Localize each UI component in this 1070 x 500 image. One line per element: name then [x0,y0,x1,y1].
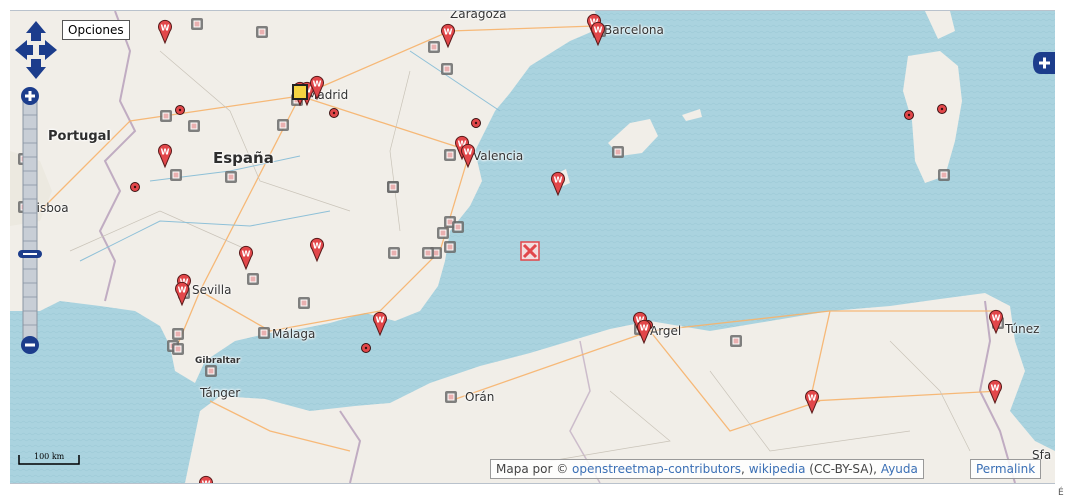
map-viewport[interactable]: España Portugal Madrid Barcelona Valenci… [10,10,1055,484]
wikipedia-marker-icon[interactable]: W [158,19,172,45]
attribution: Mapa por © openstreetmap-contributors, w… [490,459,924,479]
wikipedia-marker-icon[interactable]: W [461,143,475,169]
osm-link[interactable]: openstreetmap-contributors [572,462,741,476]
poi-square-icon[interactable] [612,146,624,158]
svg-text:W: W [808,394,817,403]
poi-square-icon[interactable] [441,63,453,75]
svg-text:W: W [161,24,170,33]
svg-text:W: W [178,286,187,295]
wikipedia-marker-icon[interactable]: W [441,23,455,49]
svg-text:W: W [202,480,211,484]
poi-square-icon[interactable] [298,297,310,309]
wikipedia-marker-icon[interactable]: W [239,245,253,271]
wikipedia-marker-icon[interactable]: W [637,319,651,345]
svg-text:W: W [464,148,473,157]
poi-square-icon[interactable] [205,365,217,377]
svg-text:W: W [376,316,385,325]
svg-text:W: W [313,242,322,251]
poi-square-icon[interactable] [387,181,399,193]
wikipedia-marker-icon[interactable]: W [989,309,1003,335]
pan-down-icon[interactable] [26,59,46,79]
poi-square-icon[interactable] [428,41,440,53]
zoom-in-button[interactable] [21,87,39,105]
attribution-prefix: Mapa por © [496,462,569,476]
poi-square-icon[interactable] [225,171,237,183]
svg-text:W: W [554,176,563,185]
svg-text:W: W [313,80,322,89]
poi-square-icon[interactable] [258,327,270,339]
poi-square-icon[interactable] [277,119,289,131]
center-cross-icon[interactable] [520,241,540,261]
wikipedia-marker-icon[interactable]: W [199,475,213,484]
poi-square-icon[interactable] [388,247,400,259]
wikipedia-marker-icon[interactable]: W [805,389,819,415]
poi-square-icon[interactable] [444,149,456,161]
options-button[interactable]: Opciones [62,20,130,40]
layer-switcher-icon[interactable] [1033,52,1055,74]
poi-square-icon[interactable] [422,247,434,259]
wikipedia-marker-icon[interactable]: W [373,311,387,337]
poi-square-icon[interactable] [437,227,449,239]
poi-square-icon[interactable] [452,221,464,233]
wikipedia-marker-icon[interactable]: W [175,281,189,307]
svg-text:W: W [992,314,1001,323]
poi-square-icon[interactable] [247,273,259,285]
wikipedia-marker-icon[interactable]: W [310,237,324,263]
poi-square-icon[interactable] [191,18,203,30]
poi-square-icon[interactable] [730,335,742,347]
poi-square-icon[interactable] [256,26,268,38]
wikipedia-marker-icon[interactable]: W [591,21,605,47]
poi-square-icon[interactable] [170,169,182,181]
attribution-license: (CC-BY-SA), [809,462,877,476]
svg-text:W: W [991,384,1000,393]
permalink-link[interactable]: Permalink [970,459,1042,479]
poi-square-icon[interactable] [172,343,184,355]
pan-left-icon[interactable] [15,40,33,60]
selected-location-icon[interactable] [292,84,308,100]
help-link[interactable]: Ayuda [881,462,918,476]
poi-square-icon[interactable] [445,391,457,403]
scale-bar: 100 km [18,452,80,466]
svg-text:W: W [444,28,453,37]
poi-square-icon[interactable] [172,328,184,340]
pan-up-icon[interactable] [26,21,46,41]
corner-text: É [1058,488,1064,498]
svg-text:W: W [594,26,603,35]
poi-square-icon[interactable] [160,110,172,122]
pan-right-icon[interactable] [39,40,57,60]
wikipedia-link[interactable]: wikipedia [749,462,806,476]
wikipedia-marker-icon[interactable]: W [158,143,172,169]
poi-square-icon[interactable] [938,169,950,181]
zoom-bar[interactable] [15,87,45,355]
wikipedia-marker-icon[interactable]: W [551,171,565,197]
attribution-separator: , [741,462,745,476]
poi-square-icon[interactable] [188,120,200,132]
poi-square-icon[interactable] [444,241,456,253]
svg-text:W: W [161,148,170,157]
pan-control[interactable] [13,19,59,81]
scale-label: 100 km [34,452,65,461]
wikipedia-marker-icon[interactable]: W [310,75,324,101]
zoom-out-button[interactable] [21,336,39,354]
svg-text:W: W [242,250,251,259]
svg-text:W: W [640,324,649,333]
wikipedia-marker-icon[interactable]: W [988,379,1002,405]
zoom-slider-handle[interactable] [18,250,42,258]
